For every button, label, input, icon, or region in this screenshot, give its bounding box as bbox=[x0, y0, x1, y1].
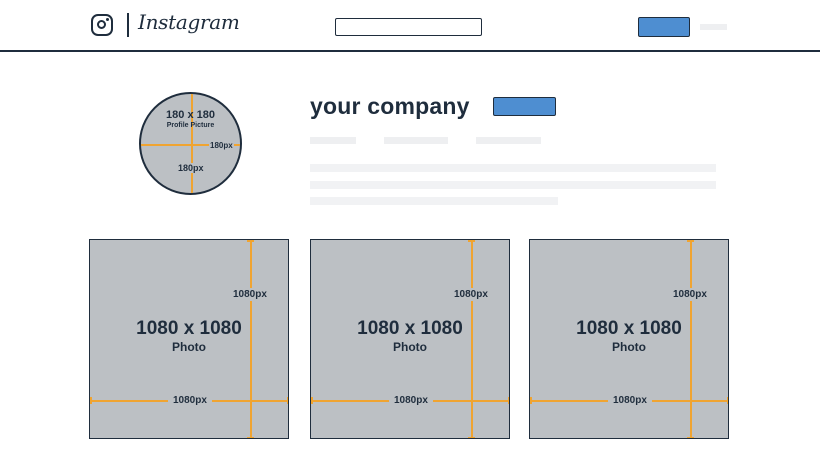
post-height-label: 1080px bbox=[230, 288, 270, 301]
post-photo-placeholder[interactable]: 1080 x 1080 Photo 1080px 1080px bbox=[529, 239, 729, 439]
avatar-caption: Profile Picture bbox=[166, 122, 215, 129]
post-height-guide bbox=[471, 240, 473, 438]
logo-divider bbox=[127, 13, 129, 37]
stat-followers-placeholder[interactable] bbox=[384, 137, 448, 144]
guide-tick bbox=[311, 397, 313, 404]
stat-posts-placeholder bbox=[310, 137, 356, 144]
profile-picture-placeholder[interactable]: 180 x 180 Profile Picture 180px 180px bbox=[139, 92, 242, 195]
post-width-label: 1080px bbox=[389, 394, 433, 407]
avatar-width-label: 180px bbox=[209, 141, 234, 150]
guide-tick bbox=[247, 240, 254, 242]
post-photo-placeholder[interactable]: 1080 x 1080 Photo 1080px 1080px bbox=[89, 239, 289, 439]
guide-tick bbox=[468, 240, 475, 242]
guide-tick bbox=[726, 397, 728, 404]
post-caption: Photo bbox=[393, 340, 427, 354]
instagram-wordmark[interactable]: Instagram bbox=[138, 10, 240, 34]
post-width-label: 1080px bbox=[608, 394, 652, 407]
post-dimension-label: 1080 x 1080 bbox=[136, 318, 242, 339]
guide-tick bbox=[468, 436, 475, 438]
instagram-camera-icon[interactable] bbox=[91, 14, 113, 36]
guide-tick bbox=[530, 397, 532, 404]
post-height-label: 1080px bbox=[670, 288, 710, 301]
avatar-height-label: 180px bbox=[177, 163, 205, 173]
guide-tick bbox=[687, 240, 694, 242]
guide-tick bbox=[687, 436, 694, 438]
bio-line-placeholder bbox=[310, 197, 558, 205]
guide-tick bbox=[90, 397, 92, 404]
guide-tick bbox=[286, 397, 288, 404]
post-caption: Photo bbox=[612, 340, 646, 354]
stat-following-placeholder[interactable] bbox=[476, 137, 541, 144]
follow-button[interactable] bbox=[493, 97, 556, 116]
post-photo-placeholder[interactable]: 1080 x 1080 Photo 1080px 1080px bbox=[310, 239, 510, 439]
search-input[interactable] bbox=[335, 18, 482, 36]
company-name: your company bbox=[310, 93, 470, 119]
post-caption: Photo bbox=[172, 340, 206, 354]
avatar-dimension-label: 180 x 180 bbox=[166, 109, 215, 121]
post-dimension-label: 1080 x 1080 bbox=[576, 318, 682, 339]
post-height-guide bbox=[250, 240, 252, 438]
top-navigation-bar: Instagram bbox=[0, 0, 820, 52]
header-link-placeholder[interactable] bbox=[700, 24, 727, 30]
post-dimension-label: 1080 x 1080 bbox=[357, 318, 463, 339]
guide-tick bbox=[507, 397, 509, 404]
post-width-label: 1080px bbox=[168, 394, 212, 407]
header-action-button[interactable] bbox=[638, 17, 690, 37]
post-height-guide bbox=[690, 240, 692, 438]
bio-line-placeholder bbox=[310, 181, 716, 189]
bio-line-placeholder bbox=[310, 164, 716, 172]
post-height-label: 1080px bbox=[451, 288, 491, 301]
guide-tick bbox=[247, 436, 254, 438]
